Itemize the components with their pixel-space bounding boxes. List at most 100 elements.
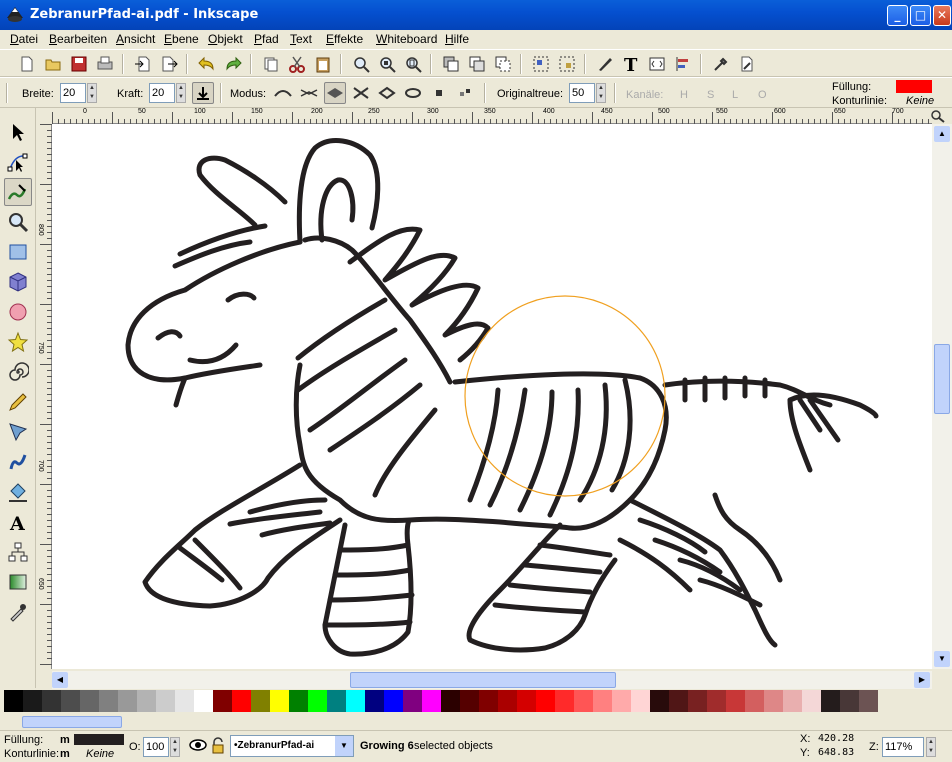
palette-swatch[interactable] xyxy=(840,690,859,712)
horizontal-scrollbar[interactable]: ◀ ▶ xyxy=(52,671,932,689)
palette-swatch[interactable] xyxy=(555,690,574,712)
palette-swatch[interactable] xyxy=(80,690,99,712)
text-tool[interactable]: A xyxy=(4,508,32,536)
force-input[interactable]: 20 xyxy=(149,83,175,103)
palette-swatch[interactable] xyxy=(213,690,232,712)
palette-swatch[interactable] xyxy=(498,690,517,712)
print-icon[interactable] xyxy=(94,53,116,75)
ellipse-tool[interactable] xyxy=(4,298,32,326)
copy-icon[interactable] xyxy=(260,53,282,75)
zoom-spinner[interactable]: ▲ ▼ xyxy=(926,737,936,757)
dropper-tool[interactable] xyxy=(4,598,32,626)
palette-swatch[interactable] xyxy=(536,690,555,712)
palette-swatch[interactable] xyxy=(270,690,289,712)
palette-swatch[interactable] xyxy=(156,690,175,712)
bucket-tool[interactable] xyxy=(4,478,32,506)
channel-s[interactable]: S xyxy=(707,89,714,101)
palette-swatch[interactable] xyxy=(61,690,80,712)
mode-attract[interactable] xyxy=(350,82,372,104)
fidelity-input[interactable]: 50 xyxy=(569,83,595,103)
channel-h[interactable]: H xyxy=(680,89,688,101)
node-tool[interactable] xyxy=(4,148,32,176)
calligraphy-tool[interactable] xyxy=(4,448,32,476)
mode-push[interactable] xyxy=(272,82,294,104)
palette-swatch[interactable] xyxy=(612,690,631,712)
group-icon[interactable] xyxy=(530,53,552,75)
mode-shrink[interactable] xyxy=(298,82,320,104)
palette-swatch[interactable] xyxy=(517,690,536,712)
text-font-icon[interactable]: T xyxy=(620,53,642,75)
palette-swatch[interactable] xyxy=(764,690,783,712)
menu-whiteboard[interactable]: Whiteboard xyxy=(376,32,437,46)
palette-swatch[interactable] xyxy=(631,690,650,712)
palette-swatch[interactable] xyxy=(574,690,593,712)
fidelity-spinner[interactable]: ▲ ▼ xyxy=(596,83,606,103)
fill-swatch[interactable] xyxy=(896,80,932,93)
palette-swatch[interactable] xyxy=(346,690,365,712)
visibility-eye-icon[interactable] xyxy=(188,737,208,757)
connector-tool[interactable] xyxy=(4,538,32,566)
palette-swatch[interactable] xyxy=(308,690,327,712)
palette-swatch[interactable] xyxy=(42,690,61,712)
gradient-tool[interactable] xyxy=(4,568,32,596)
mode-grow[interactable] xyxy=(324,82,346,104)
pressure-button[interactable] xyxy=(192,82,214,104)
palette-swatch[interactable] xyxy=(4,690,23,712)
menu-bearbeiten[interactable]: Bearbeiten xyxy=(49,32,107,46)
palette-swatch[interactable] xyxy=(726,690,745,712)
palette-swatch[interactable] xyxy=(707,690,726,712)
new-document-icon[interactable] xyxy=(16,53,38,75)
palette-swatch[interactable] xyxy=(821,690,840,712)
zoom-corner-icon[interactable] xyxy=(930,109,950,125)
opacity-spinner[interactable]: ▲ ▼ xyxy=(170,737,180,757)
cut-icon[interactable] xyxy=(286,53,308,75)
palette-swatch[interactable] xyxy=(23,690,42,712)
menu-objekt[interactable]: Objekt xyxy=(208,32,243,46)
scroll-left-icon[interactable]: ◀ xyxy=(52,672,68,688)
menu-ansicht[interactable]: Ansicht xyxy=(116,32,155,46)
palette-swatch[interactable] xyxy=(289,690,308,712)
menu-effekte[interactable]: Effekte xyxy=(326,32,363,46)
document-properties-icon[interactable] xyxy=(736,53,758,75)
close-button[interactable]: ✕ xyxy=(933,5,951,26)
palette-swatch[interactable] xyxy=(194,690,213,712)
palette-swatch[interactable] xyxy=(384,690,403,712)
zoom-input[interactable]: 117% xyxy=(882,737,924,757)
palette-swatch[interactable] xyxy=(403,690,422,712)
redo-icon[interactable] xyxy=(222,53,244,75)
horizontal-scroll-thumb[interactable] xyxy=(350,672,616,688)
import-icon[interactable] xyxy=(132,53,154,75)
duplicate-icon[interactable] xyxy=(440,53,462,75)
undo-icon[interactable] xyxy=(196,53,218,75)
palette-swatch[interactable] xyxy=(802,690,821,712)
zoom-drawing-icon[interactable] xyxy=(376,53,398,75)
star-tool[interactable] xyxy=(4,328,32,356)
palette-swatch[interactable] xyxy=(859,690,878,712)
status-fill-swatch[interactable] xyxy=(74,734,124,745)
palette-scrollbar[interactable] xyxy=(0,714,952,730)
3d-box-tool[interactable] xyxy=(4,268,32,296)
align-distribute-icon[interactable] xyxy=(672,53,694,75)
scroll-up-icon[interactable]: ▲ xyxy=(934,126,950,142)
fill-stroke-icon[interactable] xyxy=(594,53,616,75)
palette-swatch[interactable] xyxy=(688,690,707,712)
spiral-tool[interactable] xyxy=(4,358,32,386)
palette-swatch[interactable] xyxy=(422,690,441,712)
zoom-page-icon[interactable] xyxy=(402,53,424,75)
menu-datei[interactable]: Datei xyxy=(10,32,38,46)
width-spinner[interactable]: ▲ ▼ xyxy=(87,83,97,103)
palette-swatch[interactable] xyxy=(593,690,612,712)
palette-swatch[interactable] xyxy=(327,690,346,712)
xml-editor-icon[interactable] xyxy=(646,53,668,75)
palette-swatch[interactable] xyxy=(175,690,194,712)
mode-roughen[interactable] xyxy=(376,82,398,104)
tweak-tool[interactable] xyxy=(4,178,32,206)
pencil-tool[interactable] xyxy=(4,388,32,416)
selector-tool[interactable] xyxy=(4,118,32,146)
palette-swatch[interactable] xyxy=(745,690,764,712)
chevron-down-icon[interactable]: ▼ xyxy=(335,736,353,756)
zoom-selection-icon[interactable] xyxy=(350,53,372,75)
maximize-button[interactable]: □ xyxy=(910,5,931,26)
palette-swatch[interactable] xyxy=(251,690,270,712)
channel-l[interactable]: L xyxy=(732,89,738,101)
